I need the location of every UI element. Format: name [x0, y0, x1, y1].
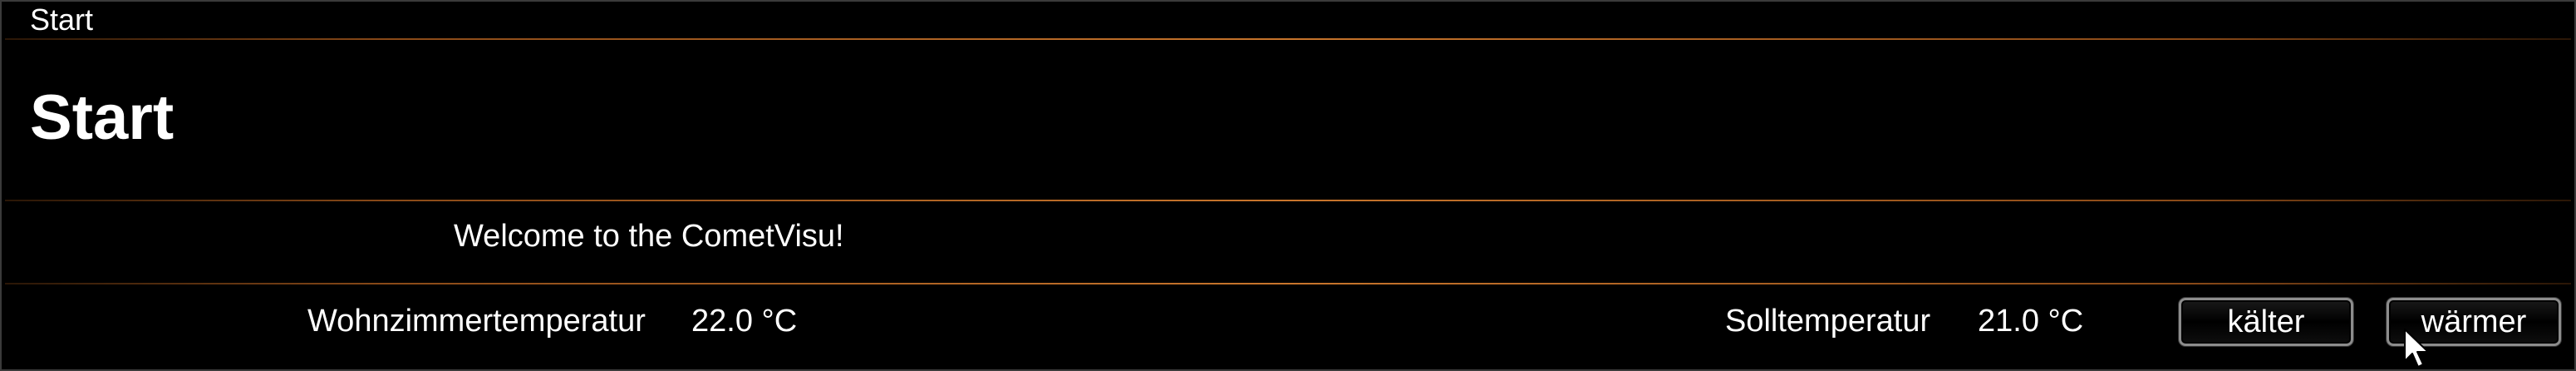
welcome-text: Welcome to the CometVisu! — [454, 219, 844, 254]
divider-top — [5, 38, 2571, 40]
living-room-temperature-value: 22.0 °C — [691, 304, 798, 339]
navbar-path[interactable]: Start — [30, 2, 93, 38]
visu-frame: Start Start Welcome to the CometVisu! Wo… — [0, 0, 2576, 371]
setpoint-temperature-value: 21.0 °C — [1978, 304, 2084, 339]
colder-button[interactable]: kälter — [2179, 298, 2353, 346]
warmer-button[interactable]: wärmer — [2387, 298, 2561, 346]
living-room-temperature-label: Wohnzimmertemperatur — [307, 304, 646, 339]
divider-welcome — [5, 283, 2571, 284]
setpoint-temperature-label: Solltemperatur — [1725, 304, 1931, 339]
page-title: Start — [30, 82, 175, 153]
divider-title — [5, 200, 2571, 201]
